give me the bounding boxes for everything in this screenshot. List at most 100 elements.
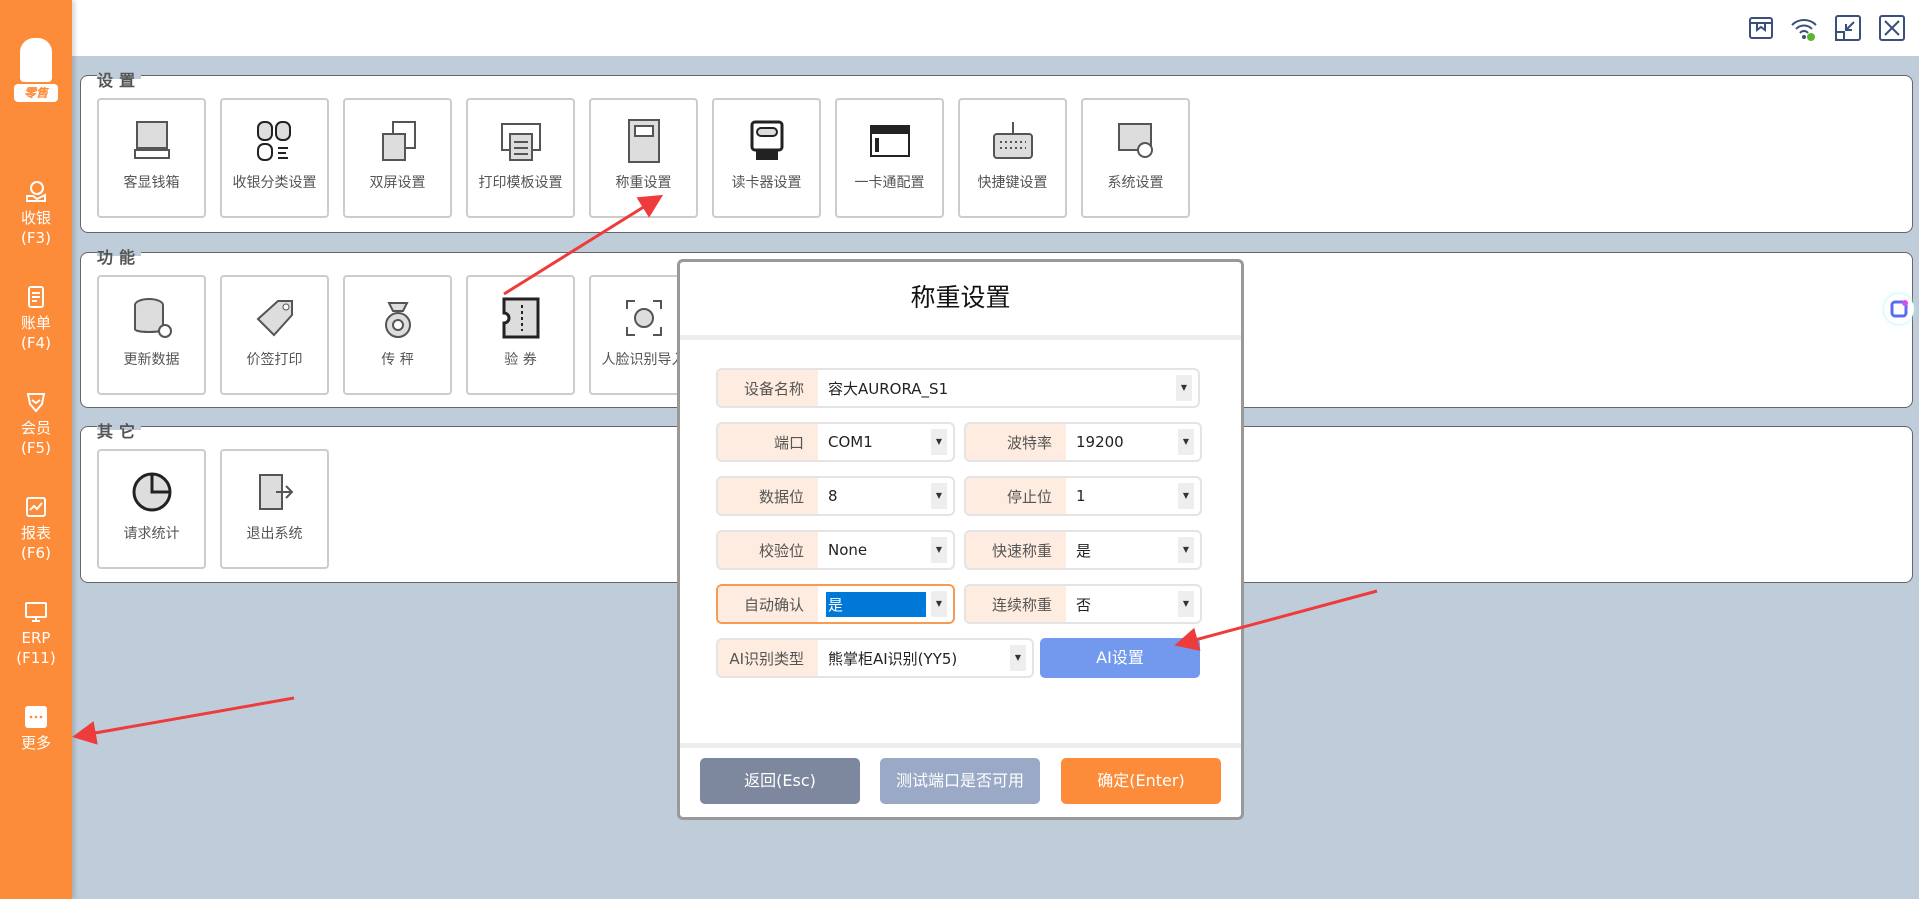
field-label: 自动确认 — [718, 586, 818, 622]
dialog-title: 称重设置 — [680, 262, 1241, 340]
field-value: 19200 — [1076, 433, 1124, 451]
tile-card[interactable]: 一卡通配置 — [835, 98, 944, 218]
tile-label: 传 秤 — [381, 352, 414, 368]
chevron-down-icon[interactable]: ▼ — [931, 537, 947, 563]
quick-select[interactable]: 快速称重是 ▼ — [964, 530, 1202, 570]
tile-system-settings[interactable]: 系统设置 — [1081, 98, 1190, 218]
ai-type-select[interactable]: AI识别类型 熊掌柜AI识别(YY5) ▼ — [716, 638, 1034, 678]
tile-keyboard[interactable]: 快捷键设置 — [958, 98, 1067, 218]
tile-label: 一卡通配置 — [854, 175, 925, 191]
chevron-down-icon[interactable]: ▼ — [931, 483, 947, 509]
field-label: 快速称重 — [966, 532, 1066, 568]
tile-label: 快捷键设置 — [977, 175, 1048, 191]
chevron-down-icon[interactable]: ▼ — [1176, 375, 1192, 401]
minimize-icon[interactable] — [1834, 14, 1862, 42]
app-logo: 零售 — [14, 38, 58, 102]
close-icon[interactable] — [1878, 14, 1906, 42]
dual-screen-icon — [381, 121, 416, 161]
tile-label: 读卡器设置 — [731, 175, 802, 191]
baud-select[interactable]: 波特率 19200 ▼ — [964, 422, 1202, 462]
autoconfirm-select[interactable]: 自动确认是 ▼ — [716, 584, 955, 624]
tile-monitor[interactable]: 客显钱箱 — [97, 98, 206, 218]
keyboard-icon — [992, 122, 1033, 159]
databits-select[interactable]: 数据位 8 ▼ — [716, 476, 955, 516]
printer-icon — [500, 123, 541, 161]
device-name-select[interactable]: 设备名称 容大AURORA_S1 ▼ — [716, 368, 1200, 408]
store-icon[interactable] — [1747, 14, 1775, 42]
logo-text: 零售 — [14, 84, 58, 102]
field-value: 否 — [1076, 595, 1092, 614]
stopbits-select[interactable]: 停止位 1 ▼ — [964, 476, 1202, 516]
back-button[interactable]: 返回(Esc) — [700, 758, 860, 804]
confirm-button[interactable]: 确定(Enter) — [1061, 758, 1221, 804]
nav-label: 报表 — [20, 524, 51, 542]
tile-price-tag[interactable]: 价签打印 — [220, 275, 329, 395]
nav-label: 会员 — [20, 419, 51, 437]
field-value: 熊掌柜AI识别(YY5) — [828, 649, 958, 668]
tile-card-reader[interactable]: 读卡器设置 — [712, 98, 821, 218]
tile-printer[interactable]: 打印模板设置 — [466, 98, 575, 218]
field-value: 8 — [828, 487, 838, 505]
erp-icon — [25, 602, 47, 622]
field-label: 连续称重 — [966, 586, 1066, 622]
chevron-down-icon[interactable]: ▼ — [931, 429, 947, 455]
ai-settings-button[interactable]: AI设置 — [1040, 638, 1200, 678]
sidebar-item-bill[interactable]: 账单 (F4) — [0, 285, 72, 353]
tile-database-refresh[interactable]: 更新数据 — [97, 275, 206, 395]
tile-label: 称重设置 — [615, 175, 672, 191]
tile-label: 客显钱箱 — [123, 175, 180, 191]
chevron-down-icon[interactable]: ▼ — [1010, 645, 1026, 671]
chevron-down-icon[interactable]: ▼ — [1178, 537, 1194, 563]
logout-icon — [258, 474, 293, 510]
tile-scale[interactable]: 称重设置 — [589, 98, 698, 218]
chevron-down-icon[interactable]: ▼ — [931, 591, 947, 617]
sidebar: 零售 收银 (F3) 账单 (F4) 会员 (F5) 报表 (F6) ERP (F11) … — [0, 0, 72, 899]
nav-shortcut: (F11) — [16, 649, 56, 667]
coupon-icon — [502, 297, 539, 339]
report-icon — [26, 497, 46, 517]
chevron-down-icon[interactable]: ▼ — [1178, 429, 1194, 455]
weighing-settings-dialog: 称重设置 设备名称 容大AURORA_S1 ▼ 端口 COM1 ▼ 波特率 19200 ▼ 数据位… — [677, 259, 1244, 820]
scale-transfer-icon — [384, 302, 411, 338]
field-label: 数据位 — [718, 478, 818, 514]
card-reader-icon — [750, 120, 783, 160]
field-value: 容大AURORA_S1 — [828, 379, 949, 398]
sidebar-item-report[interactable]: 报表 (F6) — [0, 495, 72, 563]
field-label: 波特率 — [966, 424, 1066, 460]
tile-label: 双屏设置 — [369, 175, 426, 191]
arrow-to-more — [72, 696, 295, 745]
tile-coupon[interactable]: 验 券 — [466, 275, 575, 395]
field-label: 端口 — [718, 424, 818, 460]
section-title: 设置 — [97, 67, 142, 91]
port-select[interactable]: 端口 COM1 ▼ — [716, 422, 955, 462]
nav-shortcut: (F4) — [21, 334, 51, 352]
tile-pie-chart[interactable]: 请求统计 — [97, 449, 206, 569]
wifi-connected-icon[interactable] — [1790, 14, 1818, 42]
field-value: None — [828, 541, 868, 559]
sidebar-item-cashier[interactable]: 收银 (F3) — [0, 180, 72, 248]
sidebar-item-more[interactable]: 更多 — [0, 705, 72, 753]
category-icon — [256, 121, 291, 161]
pie-chart-icon — [132, 472, 171, 512]
ai-assistant-button[interactable] — [1884, 294, 1914, 324]
system-settings-icon — [1117, 123, 1153, 158]
more-icon — [25, 706, 47, 728]
parity-select[interactable]: 校验位 None ▼ — [716, 530, 955, 570]
tile-dual-screen[interactable]: 双屏设置 — [343, 98, 452, 218]
sidebar-item-erp[interactable]: ERP (F11) — [0, 600, 72, 668]
continuous-select[interactable]: 连续称重否 ▼ — [964, 584, 1202, 624]
bill-icon — [28, 286, 44, 308]
tile-label: 请求统计 — [123, 526, 180, 542]
tile-category[interactable]: 收银分类设置 — [220, 98, 329, 218]
test-port-button[interactable]: 测试端口是否可用 — [880, 758, 1040, 804]
tile-logout[interactable]: 退出系统 — [220, 449, 329, 569]
nav-label: 账单 — [20, 314, 51, 332]
monitor-icon — [133, 121, 170, 159]
chevron-down-icon[interactable]: ▼ — [1178, 483, 1194, 509]
chevron-down-icon[interactable]: ▼ — [1178, 591, 1194, 617]
tile-label: 人脸识别导入 — [601, 352, 686, 368]
nav-shortcut: (F5) — [21, 439, 51, 457]
sidebar-item-member[interactable]: 会员 (F5) — [0, 390, 72, 458]
top-bar — [72, 0, 1919, 56]
tile-scale-transfer[interactable]: 传 秤 — [343, 275, 452, 395]
